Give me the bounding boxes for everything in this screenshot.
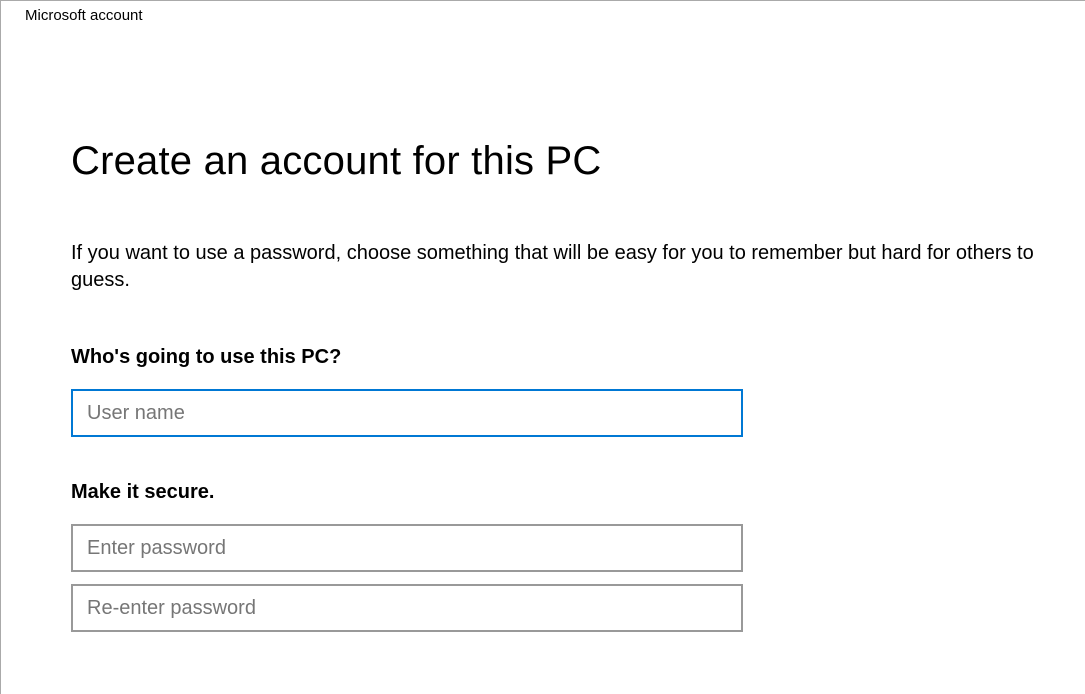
window-header: Microsoft account [1, 1, 1085, 24]
username-input[interactable] [71, 389, 743, 437]
page-description: If you want to use a password, choose so… [71, 240, 1071, 294]
content-area: Create an account for this PC If you wan… [1, 139, 1085, 632]
password-group: Make it secure. [71, 481, 1075, 632]
window-frame: Microsoft account Create an account for … [0, 0, 1085, 694]
page-title: Create an account for this PC [71, 139, 1075, 184]
username-label: Who's going to use this PC? [71, 346, 1075, 369]
window-title: Microsoft account [25, 7, 143, 24]
username-group: Who's going to use this PC? [71, 346, 1075, 437]
password-enter-input[interactable] [71, 524, 743, 572]
password-reenter-input[interactable] [71, 584, 743, 632]
password-label: Make it secure. [71, 481, 1075, 504]
